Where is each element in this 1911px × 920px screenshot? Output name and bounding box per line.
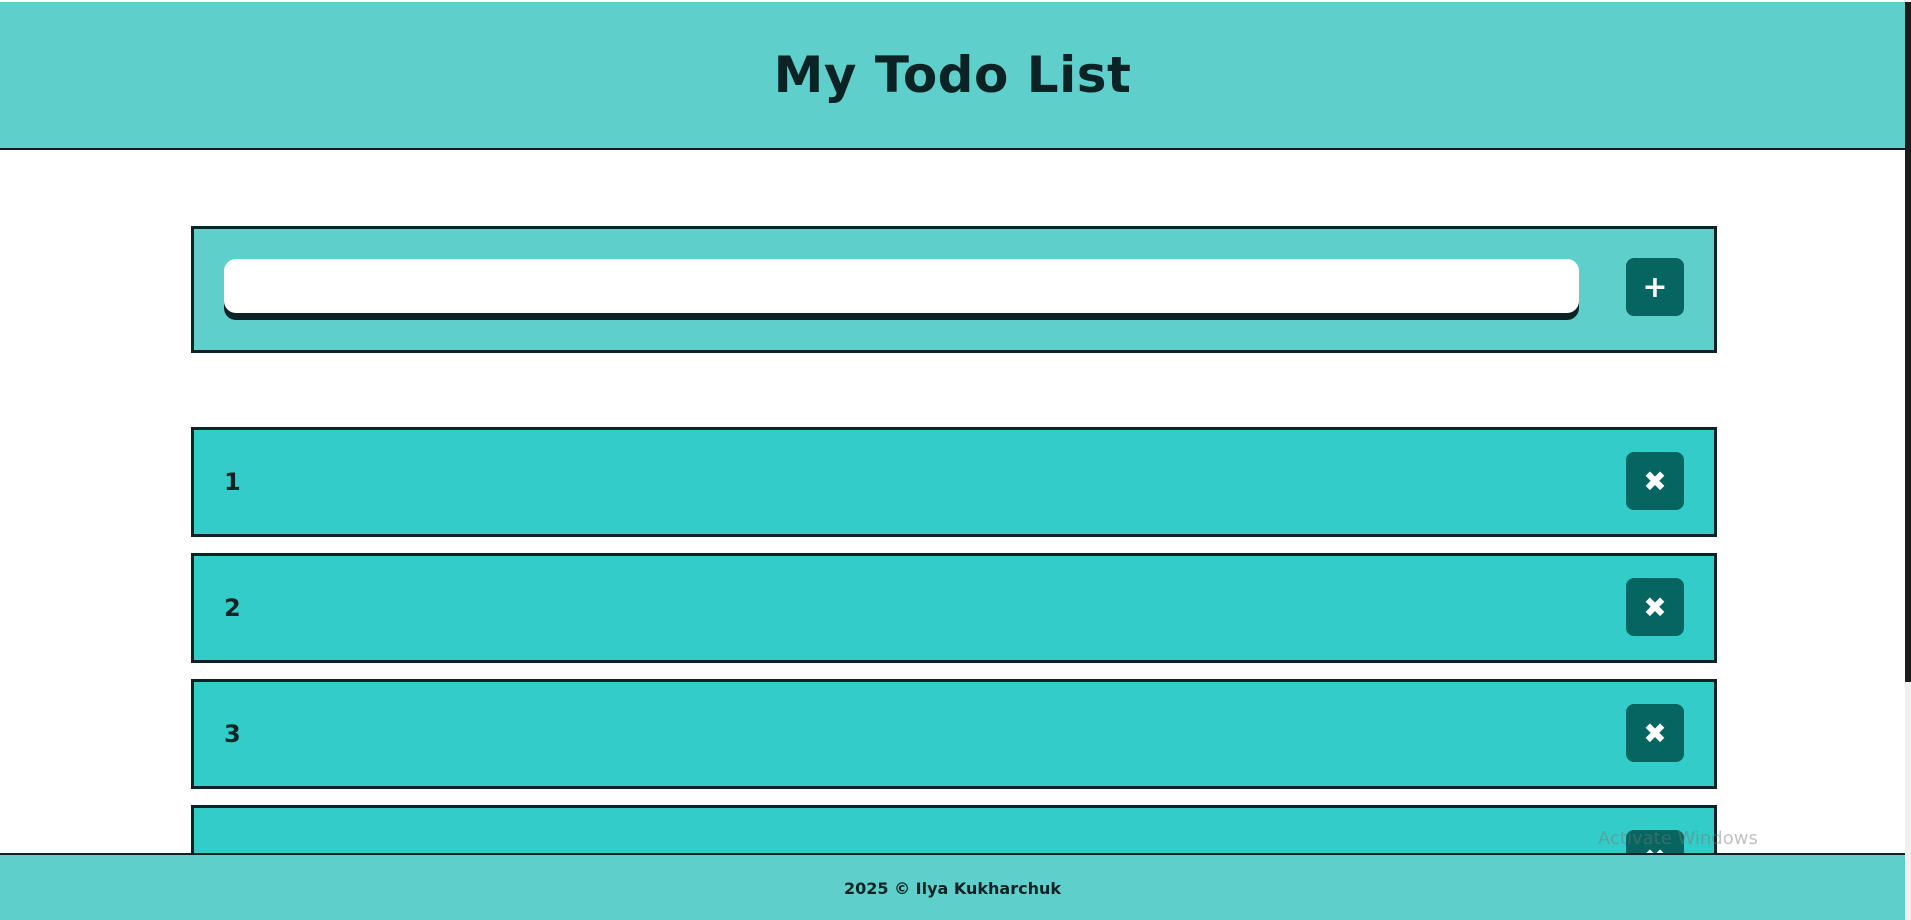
add-todo-button[interactable]: + [1626, 258, 1684, 316]
todo-item-text: 1 [224, 468, 241, 496]
todo-item: 2 ✖ [191, 553, 1717, 663]
delete-todo-button[interactable]: ✖ [1626, 830, 1684, 853]
todo-item-text: 2 [224, 594, 241, 622]
todo-item: 3 ✖ [191, 679, 1717, 789]
delete-todo-button[interactable]: ✖ [1626, 578, 1684, 636]
todo-item: ✖ [191, 805, 1717, 853]
footer-copyright: 2025 © Ilya Kukharchuk [843, 879, 1062, 898]
main-content: + 1 ✖ 2 ✖ 3 ✖ [0, 150, 1905, 853]
scrollbar-thumb[interactable] [1905, 2, 1911, 682]
vertical-scrollbar[interactable] [1905, 0, 1911, 920]
page-header: My Todo List [0, 2, 1905, 150]
page-title: My Todo List [773, 46, 1132, 104]
close-icon: ✖ [1643, 590, 1667, 624]
todo-input[interactable] [224, 259, 1579, 313]
delete-todo-button[interactable]: ✖ [1626, 704, 1684, 762]
close-icon: ✖ [1643, 464, 1667, 498]
close-icon: ✖ [1643, 716, 1667, 750]
app-window: My Todo List + 1 ✖ 2 ✖ 3 ✖ Activate Wind… [0, 0, 1911, 920]
todo-item-text: 3 [224, 720, 241, 748]
close-icon: ✖ [1643, 843, 1666, 854]
todo-item: 1 ✖ [191, 427, 1717, 537]
plus-icon: + [1642, 269, 1668, 305]
page-footer: 2025 © Ilya Kukharchuk [0, 853, 1905, 920]
add-todo-panel: + [191, 226, 1717, 353]
todo-list: 1 ✖ 2 ✖ 3 ✖ ✖ [191, 427, 1717, 853]
delete-todo-button[interactable]: ✖ [1626, 452, 1684, 510]
